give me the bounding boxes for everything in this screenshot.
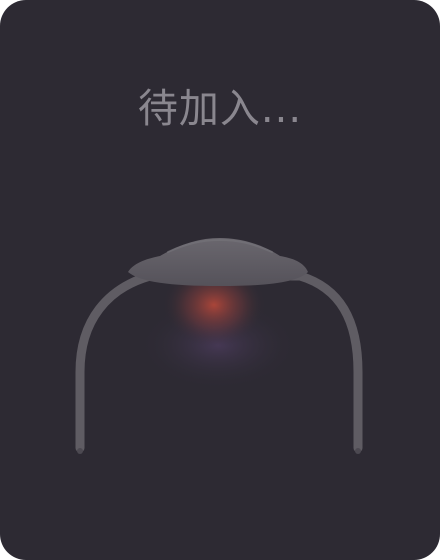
sensor-pad bbox=[128, 238, 308, 286]
right-foot-dot bbox=[355, 448, 361, 454]
headband-device-icon bbox=[75, 238, 363, 454]
left-foot-dot bbox=[77, 448, 83, 454]
waiting-card: 待加入... bbox=[0, 0, 440, 560]
